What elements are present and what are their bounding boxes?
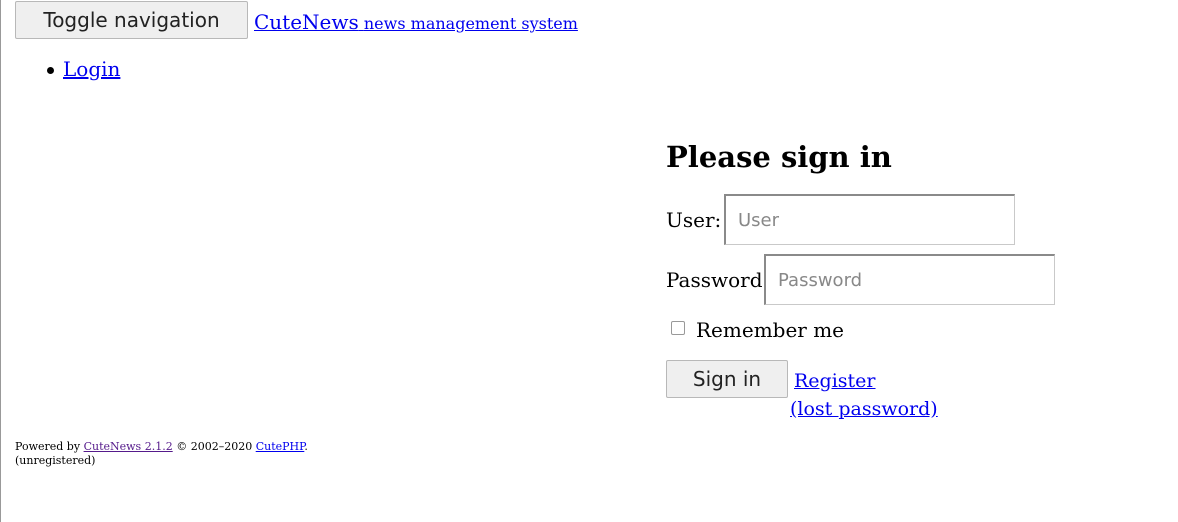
copyright-text: © 2002–2020 <box>176 440 253 453</box>
sign-in-button[interactable]: Sign in <box>666 360 788 398</box>
footer: Powered by CuteNews 2.1.2 © 2002–2020 Cu… <box>15 440 308 468</box>
register-link[interactable]: Register <box>794 370 876 392</box>
brand-link[interactable]: CuteNews news management system <box>254 10 578 34</box>
footer-period: . <box>304 440 308 453</box>
page-title: Please sign in <box>666 140 892 174</box>
cutephp-link[interactable]: CutePHP <box>256 440 305 453</box>
brand-tagline: news management system <box>363 14 578 33</box>
user-label: User: <box>666 208 722 232</box>
lost-password-link[interactable]: (lost password) <box>790 398 938 420</box>
password-label: Password <box>666 268 763 292</box>
remember-me-label: Remember me <box>696 318 845 342</box>
remember-me-checkbox[interactable] <box>671 321 685 335</box>
nav-item-login: Login <box>47 57 120 81</box>
toggle-navigation-button[interactable]: Toggle navigation <box>15 1 248 39</box>
powered-by-text: Powered by <box>15 440 81 453</box>
login-link[interactable]: Login <box>63 57 120 81</box>
user-input[interactable] <box>724 194 1015 245</box>
brand-name: CuteNews <box>254 10 359 34</box>
nav-list: Login <box>47 57 120 81</box>
version-link[interactable]: CuteNews 2.1.2 <box>84 440 173 453</box>
password-input[interactable] <box>764 254 1055 305</box>
bullet-icon <box>47 67 54 74</box>
footer-line: Powered by CuteNews 2.1.2 © 2002–2020 Cu… <box>15 440 308 454</box>
page: Toggle navigation CuteNews news manageme… <box>0 0 1178 522</box>
registration-status: (unregistered) <box>15 454 96 467</box>
